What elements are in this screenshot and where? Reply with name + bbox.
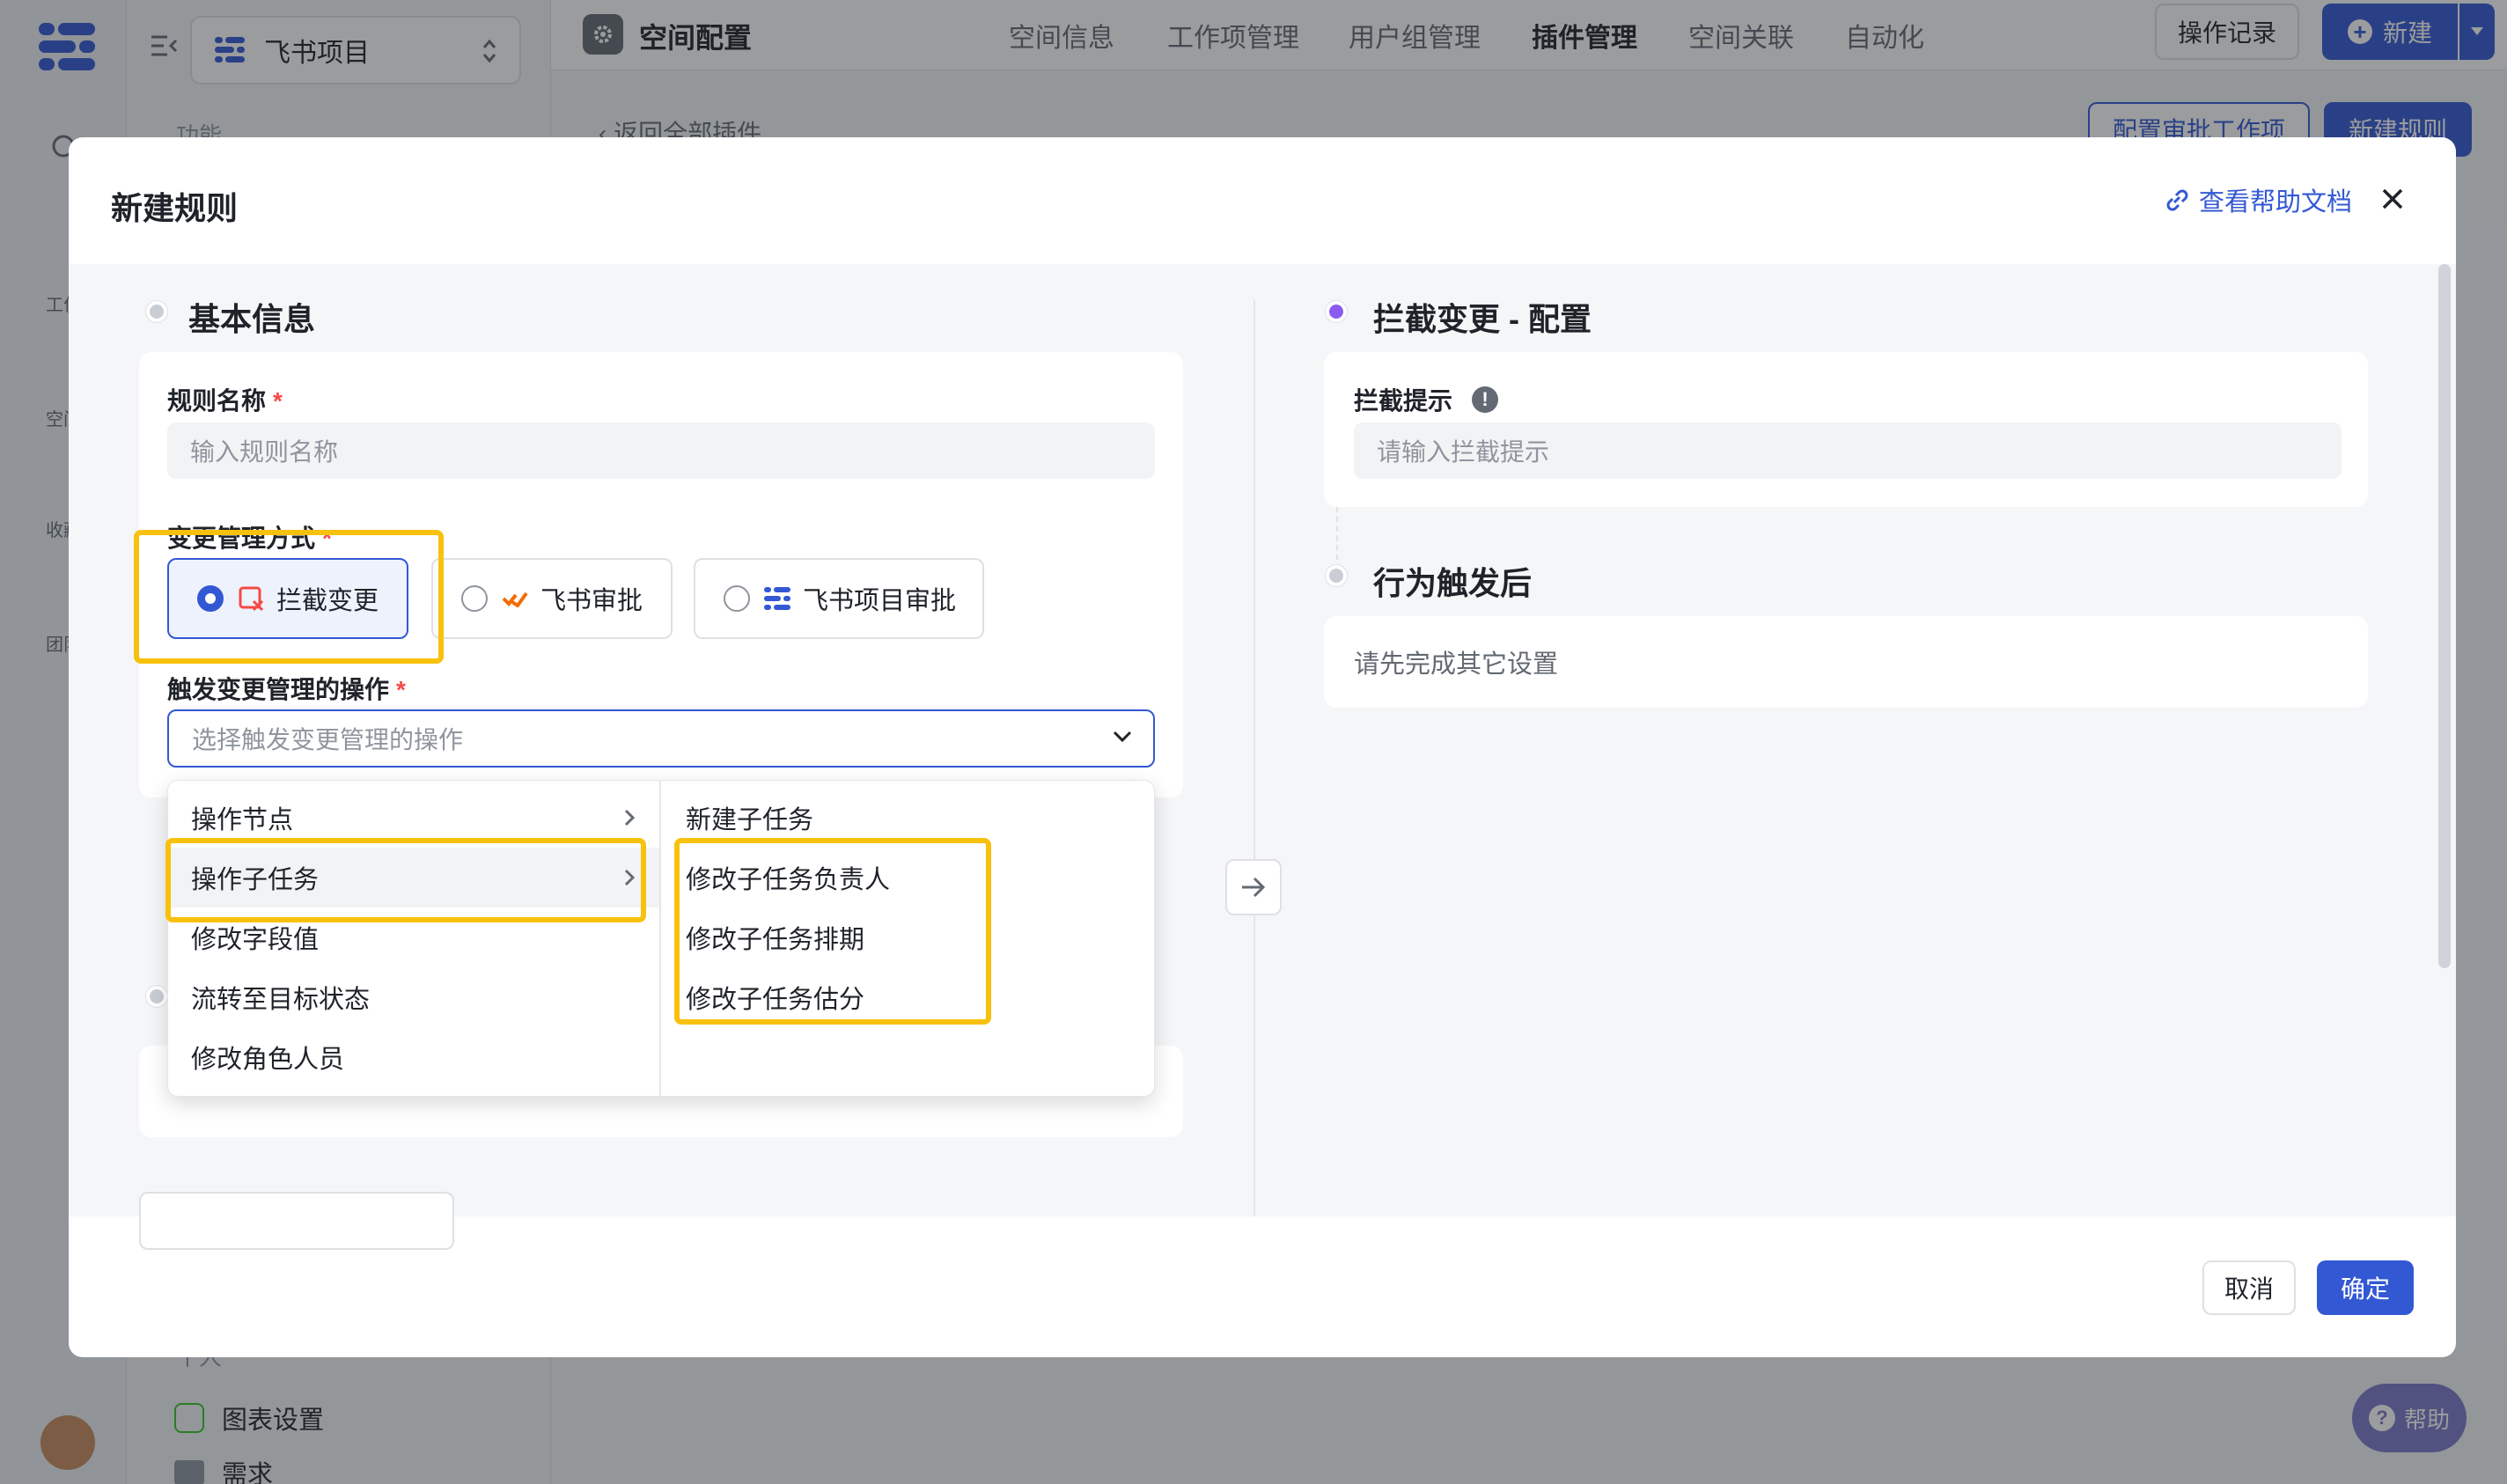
cascader-level-1: 操作节点 操作子任务 修改字段值 流转至目标状态 修改角色人员 [168,781,661,1098]
basic-section-dot [146,301,167,322]
arrow-right-icon [1240,876,1267,899]
mode-option-label: 飞书审批 [540,587,643,615]
trigger-label: 触发变更管理的操作 * [167,676,406,703]
radio-unselected[interactable] [461,585,488,612]
close-icon[interactable] [2380,187,2405,211]
config-section-title: 拦截变更 - 配置 [1373,301,1592,337]
section-dot-obscured [146,986,167,1007]
chevron-right-icon [624,809,635,826]
trigger-select-placeholder: 选择触发变更管理的操作 [192,726,464,753]
project-approval-icon [764,587,790,610]
radio-unselected[interactable] [724,585,750,612]
help-doc-label: 查看帮助文档 [2199,188,2353,217]
help-doc-link[interactable]: 查看帮助文档 [2164,181,2352,218]
new-rule-modal: 新建规则 查看帮助文档 基本信息 规则名称 * 输入规则名称 变更管理方式 * 拦截… [69,137,2456,1357]
highlight-box-intercept [134,530,444,664]
intercept-hint-input[interactable]: 请输入拦截提示 [1354,422,2342,479]
trigger-cascader: 操作节点 操作子任务 修改字段值 流转至目标状态 修改角色人员 新建子任务 修改… [167,780,1155,1098]
after-section-title: 行为触发后 [1373,565,1533,601]
confirm-button[interactable]: 确定 [2317,1260,2414,1315]
modal-title: 新建规则 [111,190,239,226]
add-condition-button[interactable] [139,1192,454,1250]
info-icon[interactable]: ! [1472,386,1499,413]
cascader-item-role-members[interactable]: 修改角色人员 [168,1027,659,1087]
trigger-select[interactable]: 选择触发变更管理的操作 [167,709,1155,768]
arrow-right-button[interactable] [1225,859,1282,915]
modal-body: 基本信息 规则名称 * 输入规则名称 变更管理方式 * 拦截变更 飞书审批 飞书项目… [69,264,2456,1250]
rule-name-label: 规则名称 * [167,387,283,415]
column-divider [1254,299,1255,1216]
basic-section-title: 基本信息 [188,301,316,337]
highlight-box-subtask [165,838,646,922]
chevron-down-icon [1113,731,1132,743]
cancel-button[interactable]: 取消 [2202,1260,2296,1315]
after-section-card: 请先完成其它设置 [1324,616,2368,708]
intercept-hint-label-text: 拦截提示 [1354,387,1453,415]
scrollbar[interactable] [2438,264,2451,968]
after-section-dot [1326,565,1347,586]
mode-option-feishu-approval[interactable]: 飞书审批 [431,558,673,639]
feishu-approval-icon [502,590,528,607]
rule-name-input[interactable]: 输入规则名称 [167,422,1155,479]
timeline-connector [1336,507,1338,560]
config-section-dot [1326,301,1347,322]
mode-option-project-approval[interactable]: 飞书项目审批 [694,558,984,639]
mode-option-label: 飞书项目审批 [803,587,957,615]
intercept-hint-label: 拦截提示 ! [1354,382,1499,417]
highlight-box-subtask-options [674,838,991,1025]
cascader-item-label: 操作节点 [191,806,294,834]
cascader-item-transition[interactable]: 流转至目标状态 [168,967,659,1027]
link-icon [2164,187,2190,213]
